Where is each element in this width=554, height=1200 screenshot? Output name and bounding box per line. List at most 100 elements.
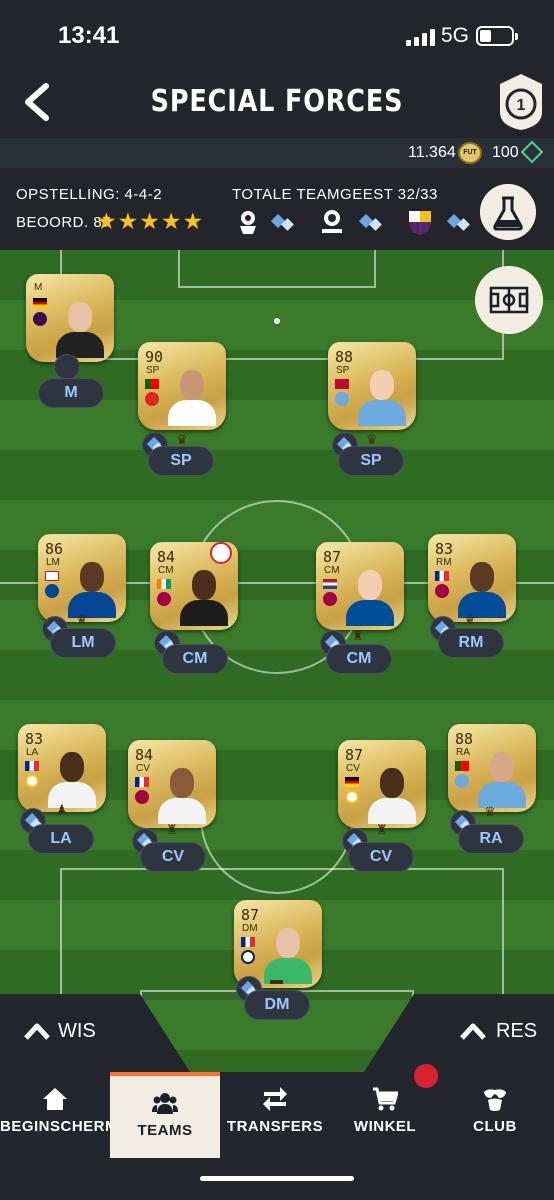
home-indicator[interactable] (200, 1176, 354, 1181)
player-card-sp-left[interactable]: 90 SP (138, 342, 226, 430)
nav-beginscherm[interactable]: BEGINSCHERM (0, 1072, 118, 1158)
player-card-lm[interactable]: 86 LM (38, 534, 126, 622)
position-tag-sp[interactable]: SP (338, 446, 404, 476)
position-tag-lm[interactable]: LM (50, 628, 116, 658)
teams-icon (152, 1093, 178, 1114)
position-tag-ra[interactable]: RA (458, 824, 524, 854)
page-title: SPECIAL FORCES (150, 84, 404, 119)
player-card-cm-right[interactable]: 87 CM (316, 542, 404, 630)
card-position: RM (436, 557, 452, 568)
card-rating: 87 (241, 906, 260, 924)
injury-icon[interactable] (210, 542, 232, 564)
notification-dot (414, 1064, 438, 1088)
battery-icon (476, 26, 518, 46)
player-portrait (358, 366, 406, 426)
nav-teams[interactable]: TEAMS (110, 1072, 220, 1158)
chelsea-badge-icon (45, 584, 59, 598)
formation-layout-icon[interactable] (475, 266, 543, 334)
card-rating: 83 (25, 730, 44, 748)
premier-league-badge-icon (33, 312, 47, 326)
chemistry-styles-icon[interactable]: 1 (496, 72, 546, 132)
card-position: CM (158, 565, 174, 576)
player-card-la[interactable]: 83 LA (18, 724, 106, 812)
card-rating: 90 (145, 348, 164, 366)
position-tag-cm[interactable]: CM (162, 644, 228, 674)
player-card-sp-right[interactable]: 88 SP (328, 342, 416, 430)
player-card-rm[interactable]: 83 RM (428, 534, 516, 622)
card-rating: 87 (345, 746, 364, 764)
manager-portrait (56, 298, 104, 358)
formation-label[interactable]: OPSTELLING: 4-4-2 (16, 186, 162, 203)
chem-badge-value: 1 (517, 97, 526, 114)
card-rating: 84 (157, 548, 176, 566)
netherlands-flag-icon (323, 579, 337, 589)
role-icon: ♛ (484, 804, 496, 819)
position-tag-sp[interactable]: SP (148, 446, 214, 476)
coins-value: 11.364 (408, 144, 456, 161)
nav-label: TRANSFERS (226, 1118, 324, 1135)
role-icon: ♜ (166, 822, 178, 837)
role-icon: ♛ (76, 612, 88, 627)
fifa-points-icon (520, 140, 544, 164)
card-rating: 86 (45, 540, 64, 558)
tottenham-badge-icon (241, 950, 255, 964)
real-madrid-badge-icon (25, 774, 39, 788)
penalty-spot (274, 318, 280, 324)
germany-flag-icon (345, 777, 359, 787)
player-card-ra[interactable]: 88 RA (448, 724, 536, 812)
signal-icon (406, 28, 436, 46)
card-rating: 83 (435, 540, 454, 558)
germany-flag-icon (33, 298, 47, 308)
flask-icon[interactable] (480, 184, 536, 240)
chemistry-total: TOTALE TEAMGEEST 32/33 (232, 186, 438, 203)
subs-bar: WIS RES (0, 994, 554, 1072)
player-portrait (48, 748, 96, 808)
card-position: DM (242, 923, 258, 934)
barcelona-badge-icon (323, 592, 337, 606)
position-tag-cv[interactable]: CV (348, 842, 414, 872)
position-tag-cm[interactable]: CM (326, 644, 392, 674)
transfers-icon (263, 1087, 287, 1111)
nav-label: WINKEL (353, 1118, 417, 1135)
barcelona-badge-icon (435, 584, 449, 598)
position-tag-m[interactable]: M (38, 378, 104, 408)
nav-club[interactable]: CLUB (440, 1072, 550, 1158)
cart-icon (373, 1087, 398, 1111)
res-button[interactable]: RES (364, 994, 554, 1072)
barcelona-badge-icon (157, 592, 171, 606)
rating-stars: ★★★★★ (96, 208, 205, 234)
league-chem-icon (358, 214, 382, 231)
card-position: RA (456, 747, 470, 758)
player-portrait (158, 764, 206, 824)
man-city-badge-icon (455, 774, 469, 788)
position-tag-cv[interactable]: CV (140, 842, 206, 872)
role-icon: ▬ (270, 972, 283, 987)
france-flag-icon (435, 571, 449, 581)
nav-label: TEAMS (137, 1122, 193, 1139)
card-position: CM (324, 565, 340, 576)
player-card-cv-right[interactable]: 87 CV (338, 740, 426, 828)
player-portrait (168, 366, 216, 426)
france-flag-icon (25, 761, 39, 771)
norway-flag-icon (335, 379, 349, 389)
man-utd-badge-icon (145, 392, 159, 406)
chevron-up-icon (460, 1023, 486, 1040)
ivory-coast-flag-icon (157, 579, 171, 589)
card-rating: 88 (335, 348, 354, 366)
england-flag-icon (45, 571, 59, 581)
status-time: 13:41 (58, 22, 120, 49)
card-position: CV (136, 763, 150, 774)
top-header: SPECIAL FORCES 1 (0, 68, 554, 138)
position-tag-la[interactable]: LA (28, 824, 94, 854)
player-card-cv-left[interactable]: 84 CV (128, 740, 216, 828)
wis-label: WIS (58, 1020, 96, 1042)
manager-card[interactable]: M (26, 274, 114, 362)
barcelona-badge-icon (135, 790, 149, 804)
wis-button[interactable]: WIS (0, 994, 190, 1072)
position-tag-rm[interactable]: RM (438, 628, 504, 658)
nav-transfers[interactable]: TRANSFERS (220, 1072, 330, 1158)
france-flag-icon (135, 777, 149, 787)
card-rating: 88 (455, 730, 474, 748)
club-icon (484, 1089, 506, 1111)
portugal-flag-icon (145, 379, 159, 389)
